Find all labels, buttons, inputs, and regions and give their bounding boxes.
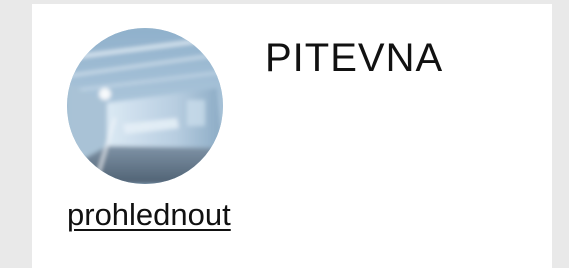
page-title: PITEVNA xyxy=(265,36,444,80)
view-link[interactable]: prohlednout xyxy=(67,195,231,235)
pitevna-card: PITEVNA prohlednout xyxy=(32,4,552,268)
room-photo-thumbnail[interactable] xyxy=(67,28,223,184)
